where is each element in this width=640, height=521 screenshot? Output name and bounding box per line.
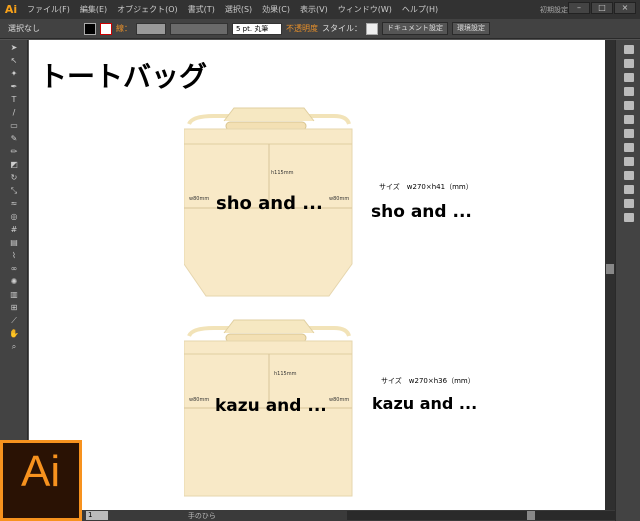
brush-select[interactable]: 5 pt. 丸筆 [232, 22, 282, 35]
scale-tool-icon[interactable]: ⤡ [9, 186, 19, 196]
graph-tool-icon[interactable]: ▥ [9, 290, 19, 300]
rectangle-tool-icon[interactable]: ▭ [9, 121, 19, 131]
line-tool-icon[interactable]: / [9, 108, 19, 118]
gradient-panel-icon[interactable] [624, 115, 634, 124]
menu-edit[interactable]: 編集(E) [75, 4, 112, 15]
bag-2-logo-on-bag: kazu and ... [215, 396, 327, 416]
align-panel-icon[interactable] [624, 213, 634, 222]
paintbrush-tool-icon[interactable]: ✎ [9, 134, 19, 144]
illustrator-logo: Ai [0, 440, 82, 521]
bag-2-right-width-label: w80mm [329, 397, 350, 403]
fill-swatch[interactable] [84, 22, 96, 35]
bag-1-logo-on-bag: sho and ... [216, 193, 323, 214]
selection-tool-icon[interactable]: ➤ [9, 43, 19, 53]
slice-tool-icon[interactable]: ⟋ [9, 316, 19, 326]
zoom-tool-icon[interactable]: ⌕ [9, 342, 19, 352]
variable-width-select[interactable] [170, 22, 228, 35]
shape-builder-icon[interactable]: ◎ [9, 212, 19, 222]
workspace-switcher[interactable]: 初期設定 [540, 5, 568, 15]
bag-1-height-label: h115mm [271, 170, 294, 176]
swatches-panel-icon[interactable] [624, 59, 634, 68]
style-label: スタイル： [322, 24, 362, 33]
app-logo: Ai [4, 3, 18, 16]
bag-2-left-width-label: w80mm [189, 397, 210, 403]
stroke-label[interactable]: 線： [116, 23, 132, 34]
magic-wand-icon[interactable]: ✦ [9, 69, 19, 79]
artboard[interactable]: トートバッグ h115mm w80mm w80mm sho and ... サイ… [29, 40, 605, 510]
vertical-scrollbar[interactable] [605, 40, 615, 510]
bag-1-size-label: サイズ w270×h41（mm） [379, 183, 473, 191]
stroke-swatch[interactable] [100, 22, 112, 35]
status-bar: 1 手のひら [82, 510, 615, 521]
symbols-panel-icon[interactable] [624, 87, 634, 96]
scroll-thumb[interactable] [606, 264, 614, 274]
pencil-tool-icon[interactable]: ✏ [9, 147, 19, 157]
bag-2-size-label: サイズ w270×h36（mm） [381, 377, 475, 385]
blend-tool-icon[interactable]: ∞ [9, 264, 19, 274]
current-tool-status[interactable]: 手のひら [188, 511, 287, 521]
right-panel-dock [615, 40, 640, 521]
bag-1-logo-sample[interactable]: sho and ... [371, 202, 472, 222]
menu-window[interactable]: ウィンドウ(W) [333, 4, 397, 15]
symbol-sprayer-icon[interactable]: ✺ [9, 277, 19, 287]
bag-1-left-width-label: w80mm [189, 196, 210, 202]
transparency-panel-icon[interactable] [624, 129, 634, 138]
gradient-tool-icon[interactable]: ▤ [9, 238, 19, 248]
menu-effect[interactable]: 効果(C) [257, 4, 295, 15]
preferences-button[interactable]: 環境設定 [452, 22, 490, 35]
style-swatch[interactable] [366, 22, 378, 35]
stroke-panel-icon[interactable] [624, 101, 634, 110]
type-tool-icon[interactable]: T [9, 95, 19, 105]
bag-1-right-width-label: w80mm [329, 196, 350, 202]
graphic-styles-panel-icon[interactable] [624, 157, 634, 166]
eraser-tool-icon[interactable]: ◩ [9, 160, 19, 170]
direct-selection-tool-icon[interactable]: ↖ [9, 56, 19, 66]
horizontal-scroll-thumb[interactable] [527, 511, 536, 520]
stroke-weight-field[interactable] [136, 22, 166, 35]
menu-object[interactable]: オブジェクト(O) [112, 4, 183, 15]
selection-status: 選択なし [8, 24, 40, 33]
artboard-number-field[interactable]: 1 [86, 511, 108, 520]
minimize-button[interactable]: – [568, 2, 590, 14]
layers-panel-icon[interactable] [624, 171, 634, 180]
menu-select[interactable]: 選択(S) [220, 4, 257, 15]
menu-help[interactable]: ヘルプ(H) [397, 4, 443, 15]
control-bar: 選択なし 線： 5 pt. 丸筆 不透明度 スタイル： ドキュメント設定 環境設… [0, 19, 640, 39]
maximize-button[interactable]: □ [591, 2, 613, 14]
color-panel-icon[interactable] [624, 45, 634, 54]
mesh-tool-icon[interactable]: # [9, 225, 19, 235]
rotate-tool-icon[interactable]: ↻ [9, 173, 19, 183]
bag-2-height-label: h115mm [274, 371, 297, 377]
horizontal-scrollbar[interactable] [347, 511, 615, 520]
appearance-panel-icon[interactable] [624, 143, 634, 152]
menu-type[interactable]: 書式(T) [183, 4, 220, 15]
brushes-panel-icon[interactable] [624, 73, 634, 82]
artboard-tool-icon[interactable]: ⊞ [9, 303, 19, 313]
eyedropper-tool-icon[interactable]: ⌇ [9, 251, 19, 261]
pen-tool-icon[interactable]: ✒ [9, 82, 19, 92]
menu-view[interactable]: 表示(V) [295, 4, 333, 15]
width-tool-icon[interactable]: ≈ [9, 199, 19, 209]
bag-2-logo-sample[interactable]: kazu and ... [372, 394, 477, 413]
transform-panel-icon[interactable] [624, 199, 634, 208]
menu-bar: Ai ファイル(F) 編集(E) オブジェクト(O) 書式(T) 選択(S) 効… [0, 0, 640, 19]
menu-file[interactable]: ファイル(F) [22, 4, 75, 15]
document-title: トートバッグ [39, 60, 208, 93]
close-button[interactable]: × [614, 2, 636, 14]
hand-tool-icon[interactable]: ✋ [9, 329, 19, 339]
artboards-panel-icon[interactable] [624, 185, 634, 194]
document-settings-button[interactable]: ドキュメント設定 [382, 22, 448, 35]
opacity-link[interactable]: 不透明度 [286, 23, 318, 34]
